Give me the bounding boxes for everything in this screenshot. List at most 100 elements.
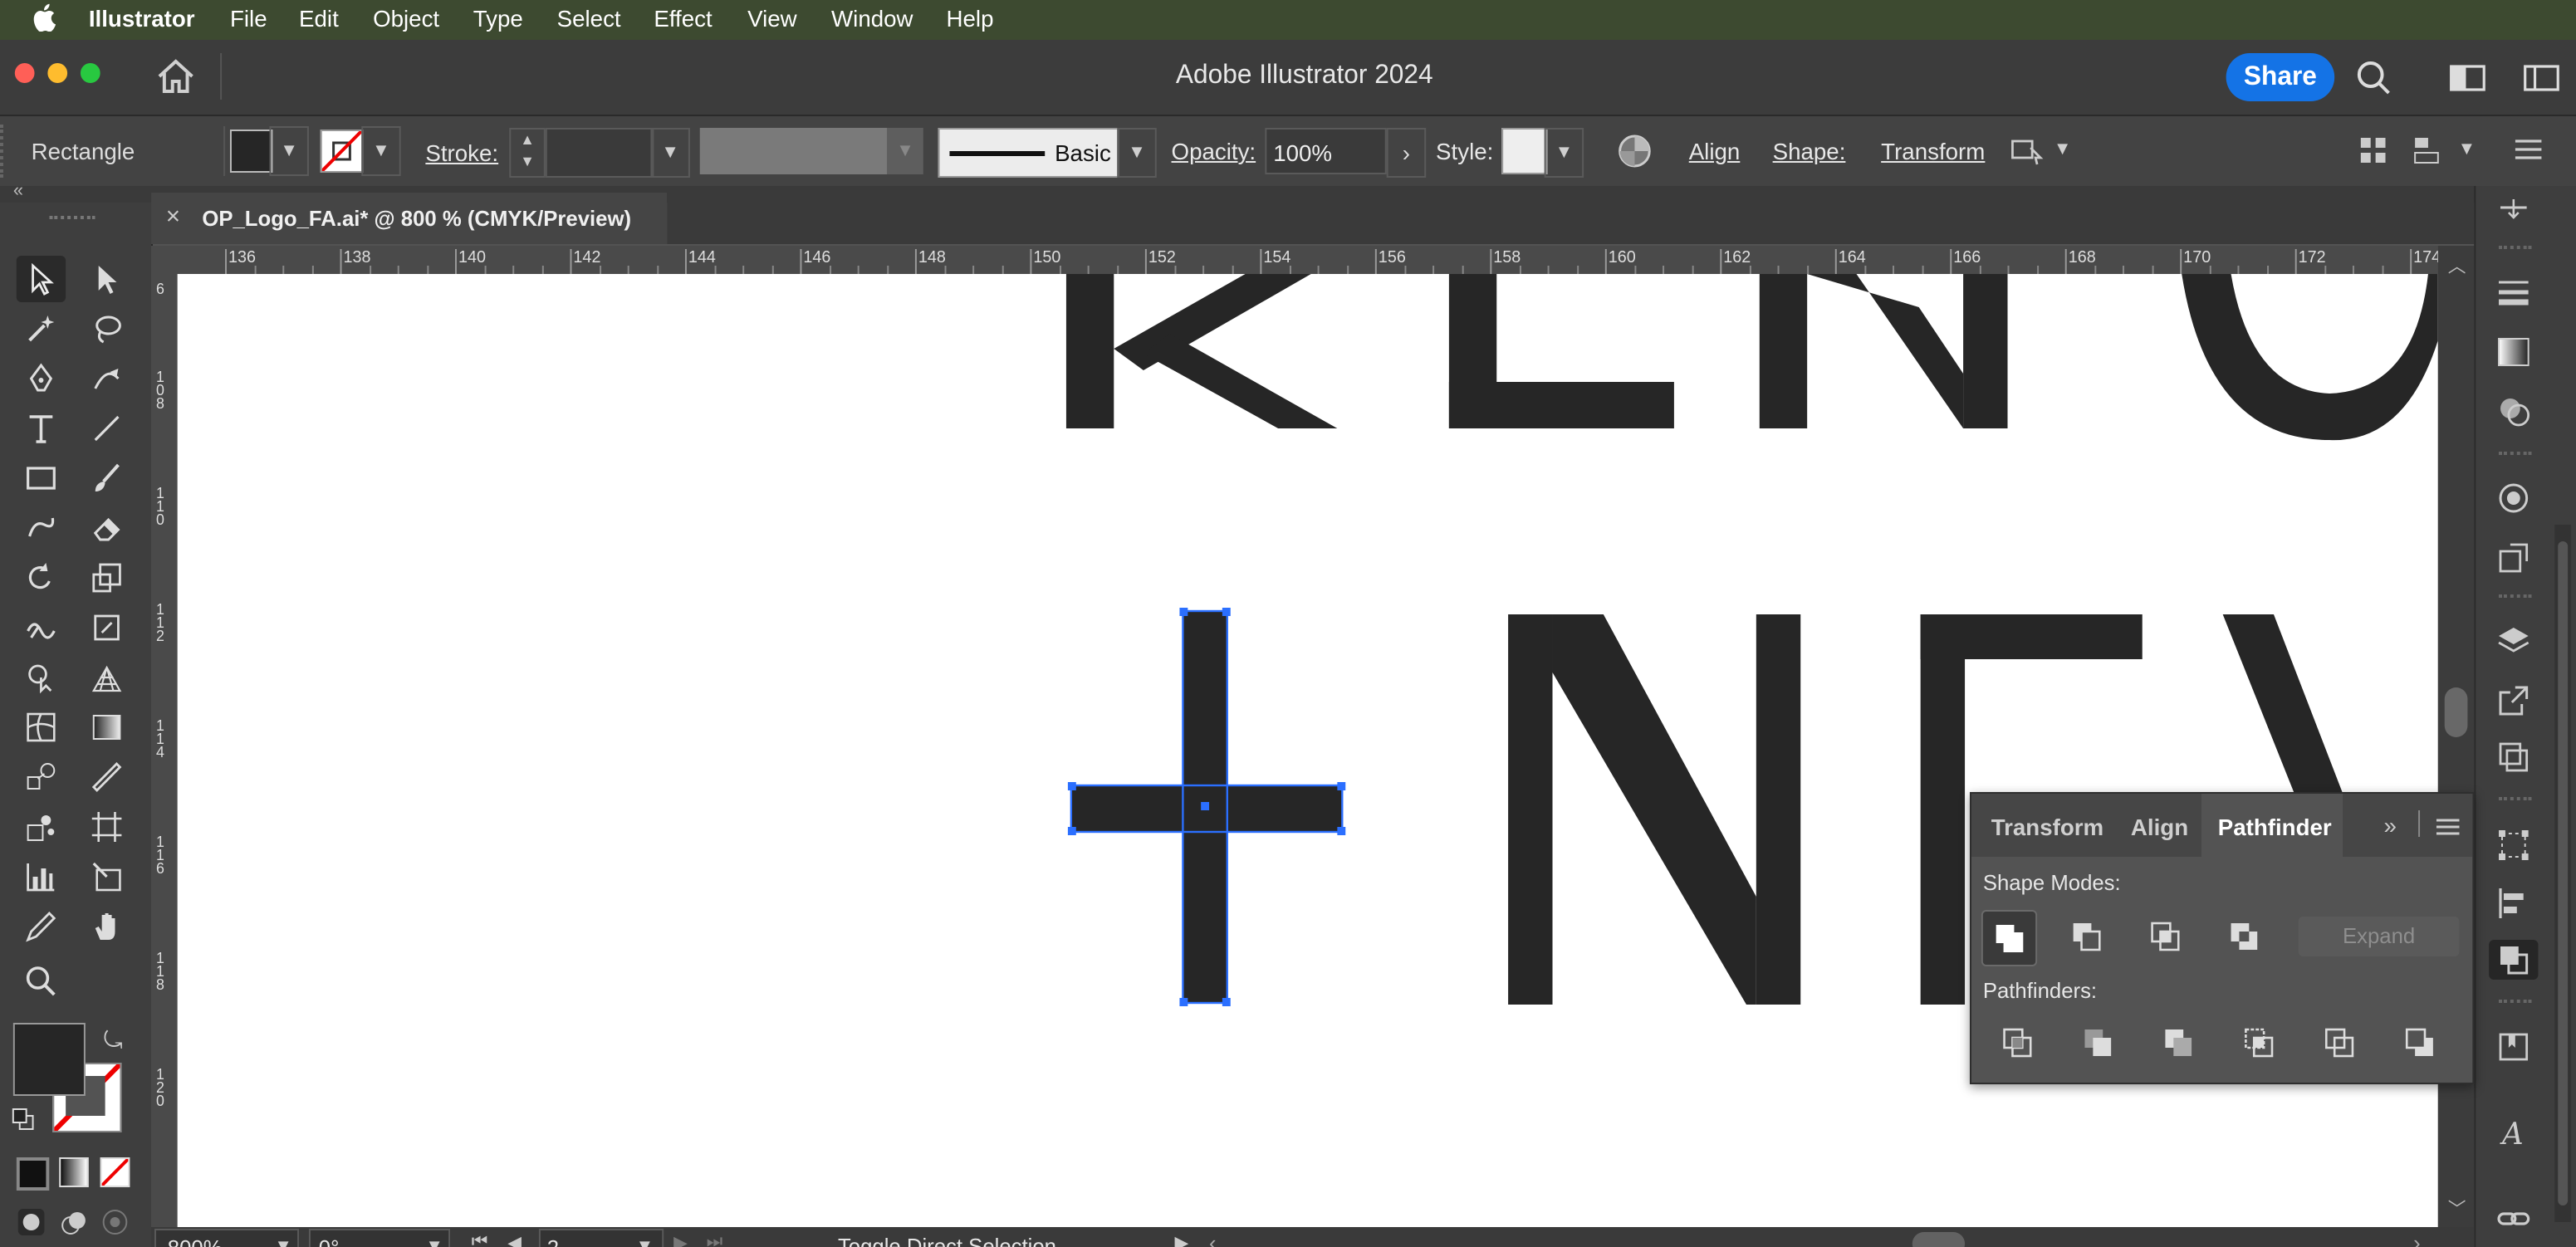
outline-button[interactable] xyxy=(2313,1016,2365,1069)
variable-width-profile[interactable] xyxy=(699,128,888,174)
slice-tool-icon[interactable] xyxy=(82,853,131,900)
divide-button[interactable] xyxy=(1991,1016,2044,1069)
menu-select[interactable]: Select xyxy=(557,5,621,32)
stroke-panel-icon[interactable] xyxy=(2489,272,2538,312)
panel-menu-icon[interactable] xyxy=(2515,138,2542,166)
scroll-down-icon[interactable]: ﹀ xyxy=(2448,1196,2466,1222)
apple-icon[interactable] xyxy=(33,3,56,37)
free-transform-tool-icon[interactable] xyxy=(82,604,131,651)
collapse-toolbar-icon[interactable]: « xyxy=(13,181,23,201)
previous-artboard-icon[interactable]: ◀ xyxy=(507,1232,522,1247)
transparency-panel-icon[interactable] xyxy=(2489,392,2538,432)
close-tab-icon[interactable]: × xyxy=(166,203,180,231)
stroke-color-dropdown[interactable]: ▼ xyxy=(361,126,401,176)
stroke-swatch[interactable] xyxy=(320,130,364,173)
menu-edit[interactable]: Edit xyxy=(299,5,339,32)
scroll-up-icon[interactable]: ︿ xyxy=(2448,252,2466,279)
artboard-tool-icon[interactable] xyxy=(82,804,131,850)
symbol-sprayer-tool-icon[interactable] xyxy=(17,804,66,850)
fill-swatch[interactable] xyxy=(229,130,273,173)
menu-file[interactable]: File xyxy=(230,5,267,32)
layers-panel-icon[interactable] xyxy=(2489,621,2538,661)
chevron-down-icon[interactable]: ▼ xyxy=(2054,139,2072,159)
draw-normal-icon[interactable] xyxy=(17,1207,47,1245)
isolate-selection-icon[interactable] xyxy=(2008,134,2045,173)
rotation-field[interactable]: 0° ▼ xyxy=(308,1229,451,1247)
distribute-icon[interactable] xyxy=(2412,136,2448,171)
tab-transform[interactable]: Transform xyxy=(1991,814,2103,840)
menu-effect[interactable]: Effect xyxy=(654,5,712,32)
menu-window[interactable]: Window xyxy=(831,5,913,32)
scroll-left-icon[interactable]: ‹ xyxy=(1209,1230,1217,1247)
tab-pathfinder[interactable]: Pathfinder xyxy=(2201,794,2343,857)
graphic-style-swatch[interactable] xyxy=(1501,128,1548,174)
horizontal-scroll-thumb[interactable] xyxy=(1912,1232,1966,1247)
tab-align[interactable]: Align xyxy=(2131,814,2188,840)
rotate-tool-icon[interactable] xyxy=(17,555,66,601)
selection-tool-icon[interactable] xyxy=(16,256,66,302)
workspace-switcher-icon[interactable] xyxy=(2450,63,2486,101)
shape-link[interactable]: Shape: xyxy=(1773,138,1846,164)
opacity-label[interactable]: Opacity: xyxy=(1172,138,1256,164)
stroke-weight-input[interactable] xyxy=(545,128,654,178)
transform-panel-icon[interactable] xyxy=(2489,825,2538,865)
vertical-ruler[interactable]: 6 108 110 112 114 116 118 120 xyxy=(151,274,178,1227)
ruler-origin[interactable] xyxy=(151,246,178,274)
arrange-panels-icon[interactable] xyxy=(2524,63,2560,101)
pathfinder-panel-icon[interactable] xyxy=(2489,940,2539,980)
magic-wand-tool-icon[interactable] xyxy=(17,306,66,352)
crop-button[interactable] xyxy=(2233,1016,2285,1069)
zoom-tool-icon[interactable] xyxy=(17,958,66,1005)
color-mode-button[interactable] xyxy=(16,1157,50,1191)
chevron-down-icon[interactable]: ▼ xyxy=(2458,139,2476,159)
dock-scrollbar[interactable] xyxy=(2554,525,2572,1222)
scale-tool-icon[interactable] xyxy=(82,555,131,601)
column-graph-tool-icon[interactable] xyxy=(17,853,66,900)
properties-icon[interactable] xyxy=(2489,193,2538,232)
line-segment-tool-icon[interactable] xyxy=(82,405,131,452)
opacity-slider-button[interactable]: › xyxy=(1386,128,1427,178)
swap-fill-stroke-icon[interactable]: ⤿ xyxy=(104,1026,123,1054)
panel-menu-icon[interactable] xyxy=(2436,817,2460,842)
direct-selection-tool-icon[interactable] xyxy=(82,256,131,302)
artboard-field[interactable]: 2 ▼ xyxy=(538,1229,664,1247)
default-fill-stroke-icon[interactable] xyxy=(12,1108,35,1139)
next-artboard-icon[interactable]: ▶ xyxy=(673,1232,688,1247)
rectangle-tool-icon[interactable] xyxy=(17,455,66,501)
expand-button[interactable]: Expand xyxy=(2298,917,2460,956)
links-panel-icon[interactable] xyxy=(2489,1199,2538,1239)
status-menu-icon[interactable]: ▶ xyxy=(1174,1232,1188,1247)
paintbrush-tool-icon[interactable] xyxy=(82,455,131,501)
merge-button[interactable] xyxy=(2152,1016,2205,1069)
hand-tool-icon[interactable] xyxy=(82,903,131,950)
minus-front-button[interactable] xyxy=(2060,910,2113,963)
vertical-scroll-thumb[interactable] xyxy=(2444,687,2468,737)
gradient-mode-button[interactable] xyxy=(59,1157,89,1187)
fill-color-box[interactable] xyxy=(12,1023,86,1096)
scroll-right-icon[interactable]: › xyxy=(2413,1230,2421,1247)
transform-link[interactable]: Transform xyxy=(1881,138,1985,164)
character-panel-icon[interactable]: A xyxy=(2489,1113,2538,1152)
unite-button[interactable] xyxy=(1981,910,2038,966)
artboards-panel-icon[interactable] xyxy=(2489,737,2538,777)
brush-dropdown[interactable]: ▼ xyxy=(1117,128,1157,178)
style-dropdown[interactable]: ▼ xyxy=(1544,128,1584,178)
menu-app-name[interactable]: Illustrator xyxy=(89,5,195,32)
minus-back-button[interactable] xyxy=(2393,1016,2446,1069)
type-tool-icon[interactable] xyxy=(17,405,66,452)
warp-tool-icon[interactable] xyxy=(17,604,66,651)
blend-tool-icon[interactable] xyxy=(17,754,66,800)
intersect-button[interactable] xyxy=(2139,910,2192,963)
align-panel-icon[interactable] xyxy=(2489,883,2538,923)
menu-help[interactable]: Help xyxy=(947,5,994,32)
menu-object[interactable]: Object xyxy=(373,5,439,32)
perspective-grid-tool-icon[interactable] xyxy=(82,654,131,701)
libraries-panel-icon[interactable] xyxy=(2489,1026,2538,1066)
selected-plus-shape[interactable] xyxy=(1067,608,1346,1006)
double-chevron-right-icon[interactable]: » xyxy=(2384,812,2397,839)
opacity-input[interactable]: 100% xyxy=(1265,128,1387,174)
first-artboard-icon[interactable]: ⏮ xyxy=(472,1232,488,1247)
export-panel-icon[interactable] xyxy=(2489,681,2538,721)
eraser-tool-icon[interactable] xyxy=(82,505,131,551)
draw-inside-icon[interactable] xyxy=(100,1207,130,1245)
